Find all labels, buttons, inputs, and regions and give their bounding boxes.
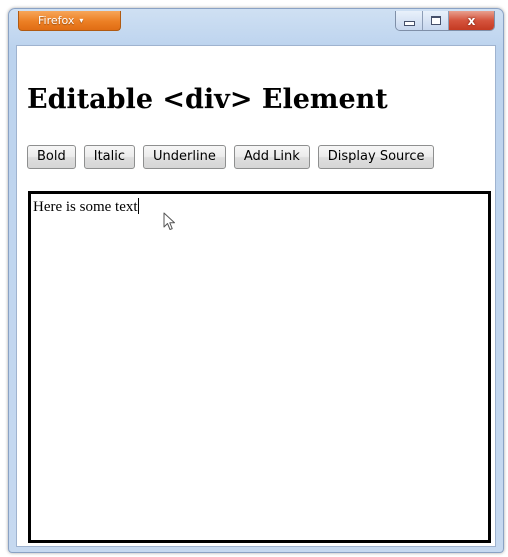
browser-window: Firefox ▾ x Editable <div> Element Bold I…: [8, 8, 504, 553]
minimize-button[interactable]: [396, 11, 423, 30]
close-icon: x: [467, 13, 476, 28]
page-content: Editable <div> Element Bold Italic Under…: [16, 45, 496, 547]
maximize-icon: [430, 16, 441, 25]
title-bar[interactable]: Firefox ▾ x: [9, 9, 503, 43]
firefox-menu-button[interactable]: Firefox ▾: [18, 11, 121, 31]
close-button[interactable]: x: [449, 11, 494, 30]
display-source-button[interactable]: Display Source: [317, 145, 435, 169]
minimize-icon: [403, 21, 415, 26]
page-title: Editable <div> Element: [27, 84, 388, 115]
text-caret: [137, 198, 139, 214]
editable-div[interactable]: Here is some text: [28, 191, 491, 543]
bold-button[interactable]: Bold: [27, 145, 76, 169]
mouse-pointer-icon: [163, 212, 175, 230]
dropdown-arrow-icon: ▾: [79, 16, 84, 25]
underline-button[interactable]: Underline: [143, 145, 226, 169]
add-link-button[interactable]: Add Link: [233, 145, 310, 169]
window-caption-buttons: x: [395, 11, 495, 31]
editor-text: Here is some text: [33, 199, 138, 215]
italic-button[interactable]: Italic: [83, 145, 136, 169]
firefox-menu-label: Firefox: [38, 14, 75, 27]
formatting-toolbar: Bold Italic Underline Add Link Display S…: [27, 145, 435, 169]
maximize-button[interactable]: [423, 11, 449, 30]
